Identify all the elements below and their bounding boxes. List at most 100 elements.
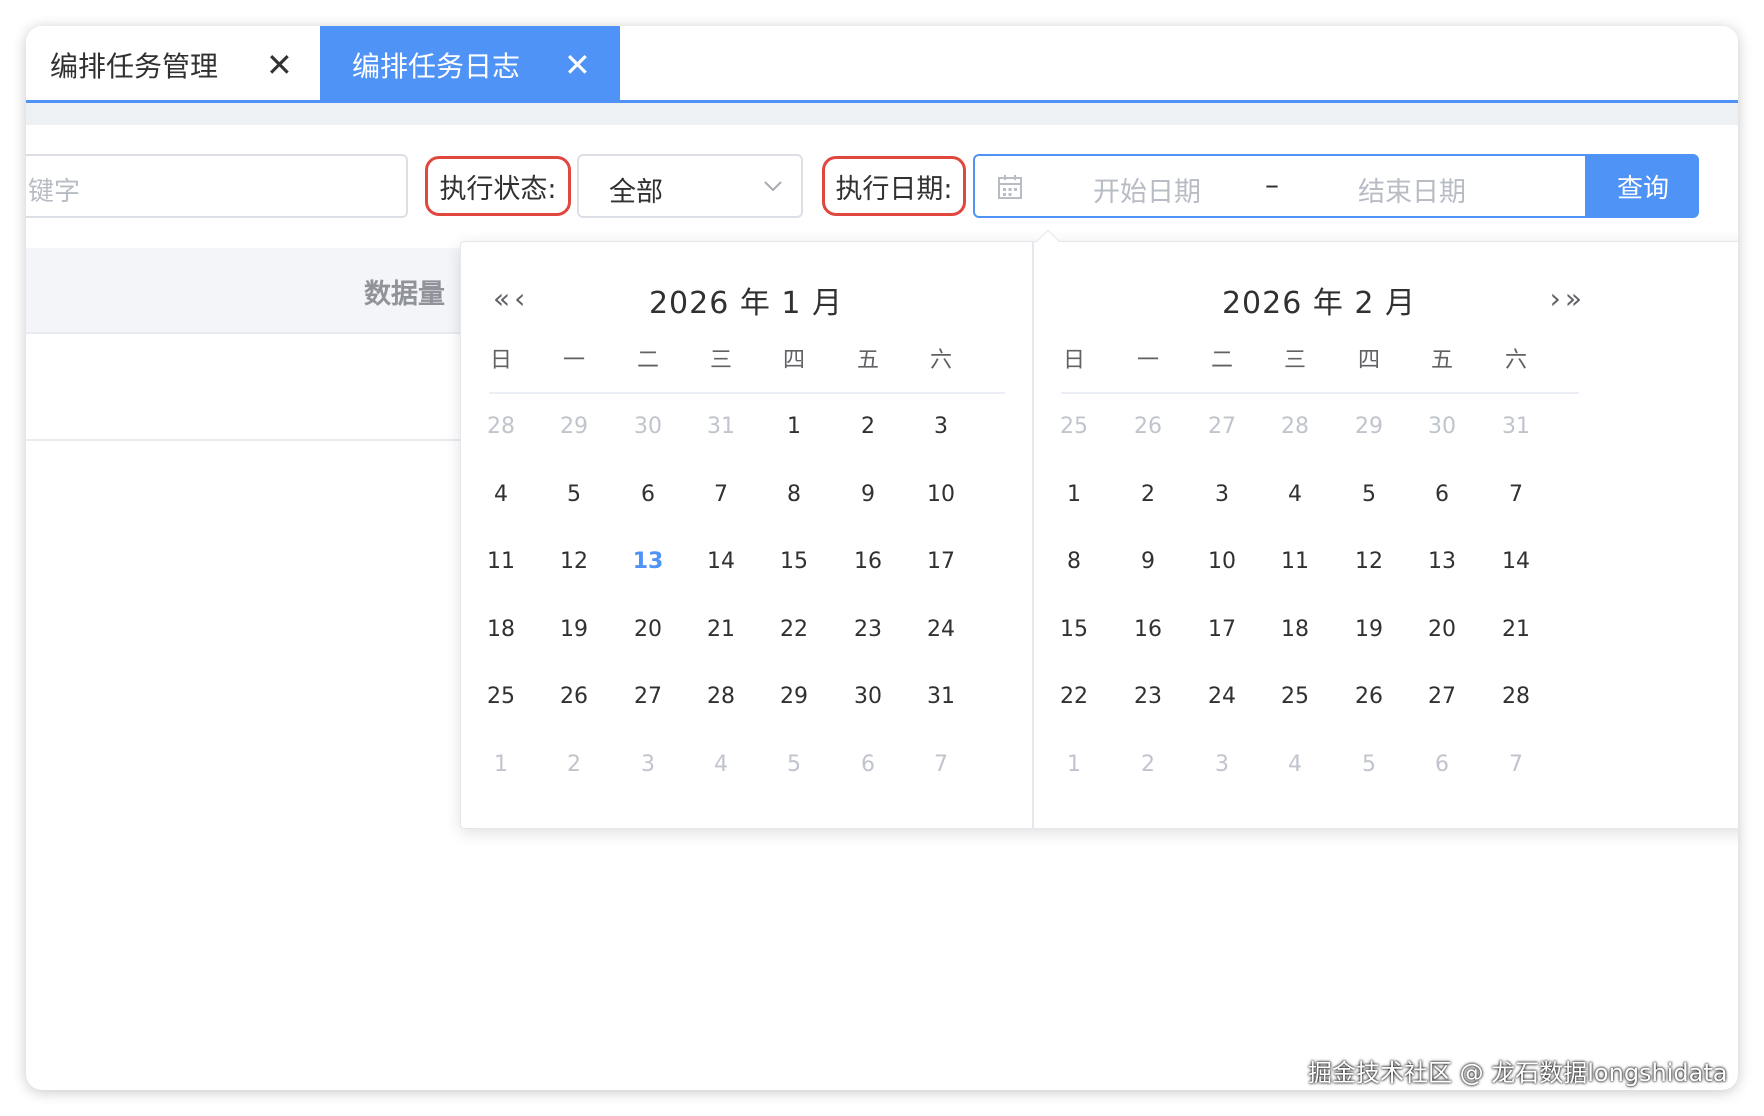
calendar-day[interactable]: 29 <box>1339 414 1399 439</box>
calendar-day[interactable]: 3 <box>1192 482 1252 507</box>
calendar-day[interactable]: 19 <box>1339 617 1399 642</box>
calendar-day[interactable]: 1 <box>1044 482 1104 507</box>
calendar-day[interactable]: 5 <box>1339 752 1399 777</box>
calendar-day[interactable]: 10 <box>1192 549 1252 574</box>
calendar-day[interactable]: 27 <box>618 684 678 709</box>
calendar-day[interactable]: 22 <box>1044 684 1104 709</box>
calendar-day[interactable]: 31 <box>691 414 751 439</box>
calendar-day[interactable]: 6 <box>1412 752 1472 777</box>
calendar-day[interactable]: 28 <box>691 684 751 709</box>
calendar-day[interactable]: 21 <box>691 617 751 642</box>
calendar-day[interactable]: 25 <box>1044 414 1104 439</box>
calendar-day[interactable]: 7 <box>1486 752 1546 777</box>
calendar-day[interactable]: 7 <box>691 482 751 507</box>
tab-orchestration-task-log[interactable]: 编排任务日志 ✕ <box>320 26 620 103</box>
calendar-day[interactable]: 31 <box>911 684 971 709</box>
calendar-day[interactable]: 1 <box>764 414 824 439</box>
calendar-day[interactable]: 2 <box>1118 752 1178 777</box>
calendar-day[interactable]: 28 <box>1486 684 1546 709</box>
calendar-day[interactable]: 23 <box>838 617 898 642</box>
calendar-day[interactable]: 4 <box>471 482 531 507</box>
calendar-day[interactable]: 7 <box>911 752 971 777</box>
calendar-day[interactable]: 25 <box>471 684 531 709</box>
calendar-day[interactable]: 4 <box>1265 752 1325 777</box>
calendar-day[interactable]: 28 <box>471 414 531 439</box>
calendar-day[interactable]: 1 <box>1044 752 1104 777</box>
calendar-day[interactable]: 9 <box>838 482 898 507</box>
status-select[interactable]: 全部 <box>577 154 803 218</box>
calendar-day[interactable]: 6 <box>1412 482 1472 507</box>
calendar-day[interactable]: 5 <box>764 752 824 777</box>
calendar-day[interactable]: 17 <box>911 549 971 574</box>
calendar-day[interactable]: 15 <box>764 549 824 574</box>
calendar-day[interactable]: 30 <box>838 684 898 709</box>
calendar-day[interactable]: 24 <box>911 617 971 642</box>
calendar-day[interactable]: 26 <box>1118 414 1178 439</box>
keyword-input[interactable]: 键字 <box>26 154 408 218</box>
calendar-day[interactable]: 3 <box>618 752 678 777</box>
calendar-day[interactable]: 11 <box>471 549 531 574</box>
calendar-day[interactable]: 29 <box>544 414 604 439</box>
calendar-day[interactable]: 19 <box>544 617 604 642</box>
tab-orchestration-task-management[interactable]: 编排任务管理 ✕ <box>26 26 320 103</box>
calendar-day[interactable]: 2 <box>838 414 898 439</box>
end-date-input[interactable]: 结束日期 <box>1358 170 1466 209</box>
calendar-day[interactable]: 6 <box>618 482 678 507</box>
calendar-day[interactable]: 22 <box>764 617 824 642</box>
weekday-header: 六 <box>1504 348 1527 373</box>
calendar-day[interactable]: 12 <box>1339 549 1399 574</box>
calendar-day[interactable]: 17 <box>1192 617 1252 642</box>
calendar-day[interactable]: 11 <box>1265 549 1325 574</box>
calendar-day[interactable]: 24 <box>1192 684 1252 709</box>
tab-label: 编排任务管理 <box>50 49 219 83</box>
calendar-day[interactable]: 2 <box>1118 482 1178 507</box>
calendar-day[interactable]: 29 <box>764 684 824 709</box>
calendar-day[interactable]: 26 <box>544 684 604 709</box>
date-range-input[interactable]: 开始日期 – 结束日期 <box>973 154 1587 218</box>
calendar-day[interactable]: 16 <box>1118 617 1178 642</box>
calendar-day[interactable]: 25 <box>1265 684 1325 709</box>
calendar-day[interactable]: 9 <box>1118 549 1178 574</box>
calendar-day[interactable]: 5 <box>1339 482 1399 507</box>
weekday-header: 五 <box>1430 348 1453 373</box>
calendar-day[interactable]: 28 <box>1265 414 1325 439</box>
calendar-day[interactable]: 30 <box>1412 414 1472 439</box>
query-button[interactable]: 查询 <box>1587 154 1699 218</box>
calendar-day[interactable]: 20 <box>618 617 678 642</box>
calendar-day[interactable]: 7 <box>1486 482 1546 507</box>
calendar-day[interactable]: 3 <box>911 414 971 439</box>
calendar-day[interactable]: 12 <box>544 549 604 574</box>
calendar-day[interactable]: 13 <box>618 549 678 574</box>
calendar-day[interactable]: 23 <box>1118 684 1178 709</box>
weekday-header: 日 <box>1062 348 1085 373</box>
calendar-day[interactable]: 15 <box>1044 617 1104 642</box>
calendar-day[interactable]: 8 <box>764 482 824 507</box>
calendar-day[interactable]: 14 <box>1486 549 1546 574</box>
weekday-header: 六 <box>929 348 952 373</box>
calendar-day[interactable]: 1 <box>471 752 531 777</box>
next-month-year-nav[interactable]: ›» <box>1550 282 1586 315</box>
calendar-day[interactable]: 5 <box>544 482 604 507</box>
close-icon[interactable]: ✕ <box>564 49 591 81</box>
calendar-day[interactable]: 2 <box>544 752 604 777</box>
close-icon[interactable]: ✕ <box>266 49 293 81</box>
calendar-day[interactable]: 31 <box>1486 414 1546 439</box>
calendar-day[interactable]: 14 <box>691 549 751 574</box>
start-date-input[interactable]: 开始日期 <box>1093 170 1201 209</box>
calendar-day[interactable]: 3 <box>1192 752 1252 777</box>
calendar-day[interactable]: 6 <box>838 752 898 777</box>
calendar-day[interactable]: 30 <box>618 414 678 439</box>
calendar-day[interactable]: 8 <box>1044 549 1104 574</box>
calendar-day[interactable]: 21 <box>1486 617 1546 642</box>
calendar-day[interactable]: 10 <box>911 482 971 507</box>
calendar-day[interactable]: 4 <box>691 752 751 777</box>
calendar-day[interactable]: 18 <box>1265 617 1325 642</box>
calendar-day[interactable]: 16 <box>838 549 898 574</box>
calendar-day[interactable]: 13 <box>1412 549 1472 574</box>
calendar-day[interactable]: 20 <box>1412 617 1472 642</box>
calendar-day[interactable]: 4 <box>1265 482 1325 507</box>
calendar-day[interactable]: 18 <box>471 617 531 642</box>
calendar-day[interactable]: 27 <box>1192 414 1252 439</box>
calendar-day[interactable]: 26 <box>1339 684 1399 709</box>
calendar-day[interactable]: 27 <box>1412 684 1472 709</box>
